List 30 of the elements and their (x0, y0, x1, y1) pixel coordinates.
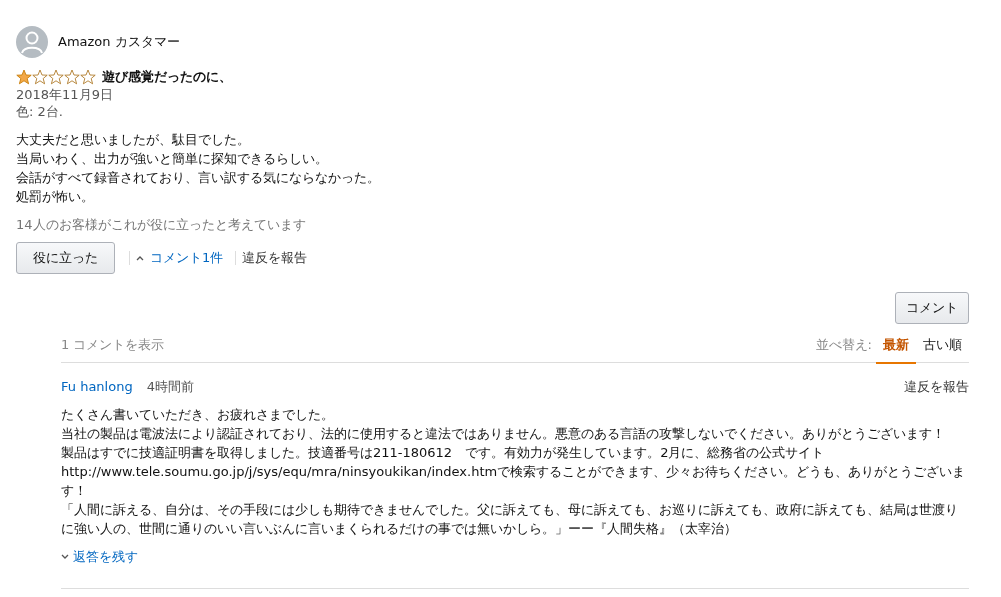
helpful-count: 14人のお客様がこれが役に立ったと考えています (16, 216, 307, 234)
comment-text: 当社の製品は電波法により認証されており、法的に使用すると違法ではありません。悪意のある言語の攻撃しないでください。ありがとうございます！ (61, 425, 946, 443)
report-link[interactable]: 違反を報告 (904, 378, 969, 396)
sort-tab[interactable]: 古い順 (916, 327, 969, 364)
sort-tab[interactable]: 最新 (876, 327, 916, 364)
reply-link[interactable]: 返答を残す (61, 548, 138, 566)
comment-button[interactable]: コメント (895, 292, 969, 324)
review-title: 遊び感覚だったのに、 (102, 68, 232, 86)
comment-text: http://www.tele.soumu.go.jp/j/sys/equ/mra/ninsyoukikan/index.htmで検索することができます、少々お待ちください。どうも、ありがとうございます！ (61, 463, 967, 500)
comment-count: 1 コメントを表示 (61, 336, 165, 354)
comment-time: 4時間前 (146, 379, 194, 394)
review-text: 大丈夫だと思いましたが、駄目でした。 (16, 131, 251, 149)
review-text: 会話がすべて録音されており、言い訳する気にならなかった。 (16, 169, 381, 187)
sort-label: 並べ替え: (815, 336, 872, 354)
review-date: 2018年11月9日 (16, 86, 114, 103)
comment-text: 製品はすでに技適証明書を取得しました。技適番号は211-180612 です。有効力が発生しています。2月に、総務省の公式サイト (61, 444, 826, 462)
review-text: 当局いわく、出力が強いと簡単に探知できるらしい。 (16, 150, 329, 168)
avatar-icon (16, 26, 48, 58)
review-variant: 色: 2台. (16, 103, 64, 120)
caret-icon (61, 554, 69, 560)
filled-star-icon (16, 69, 32, 85)
caret-icon (136, 255, 144, 261)
reviewer-name: Amazon カスタマー (58, 33, 180, 51)
helpful-button[interactable]: 役に立った (16, 242, 115, 274)
comments-link[interactable]: コメント1件 (150, 249, 224, 267)
report-link[interactable]: 違反を報告 (242, 249, 308, 267)
review-text: 処罰が怖い。 (16, 188, 95, 206)
comment-text: たくさん書いていただき、お疲れさまでした。 (61, 406, 335, 424)
comment-text: 「人間に訴える、自分は、その手段には少しも期待できませんでした。父に訴えても、母に訴えても、お巡りに訴えても、政府に訴えても、結局は世渡りに強い人の、世間に通りのいい言いぶんに言いまくられるだけの事では無いかしら。」ーー『人間失格』（太宰治） (61, 501, 959, 538)
commenter-name[interactable]: Fu hanlong (61, 379, 133, 394)
